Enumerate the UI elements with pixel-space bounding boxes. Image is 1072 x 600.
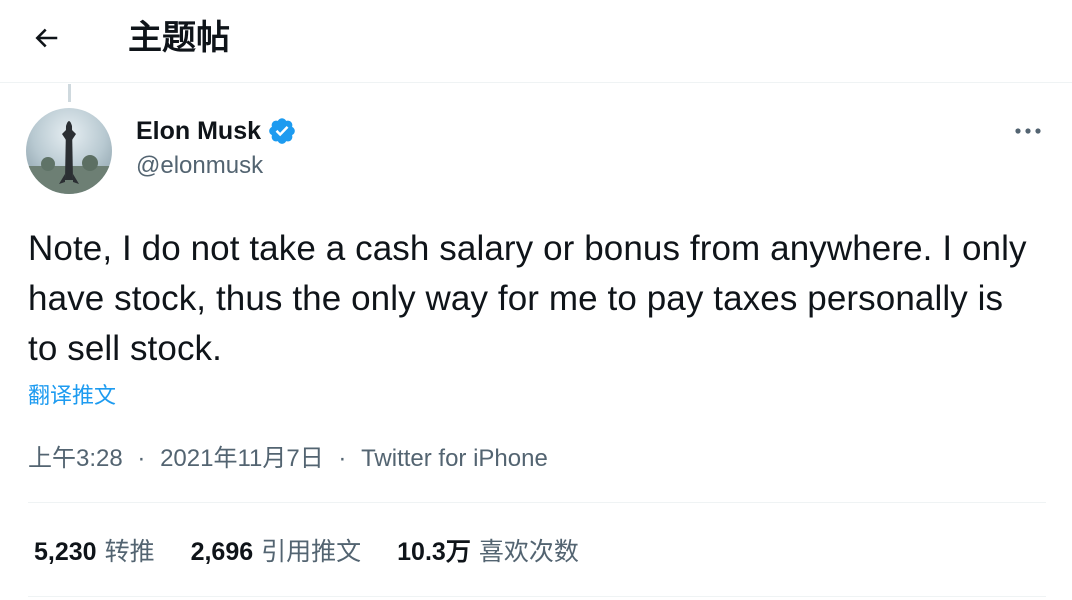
quotes-stat[interactable]: 2,696 引用推文 bbox=[191, 532, 362, 568]
translate-tweet-link[interactable]: 翻译推文 bbox=[28, 378, 116, 410]
tweet-text: Note, I do not take a cash salary or bon… bbox=[28, 229, 1027, 368]
tweet-date[interactable]: 2021年11月7日 bbox=[160, 445, 324, 472]
retweets-count: 5,230 bbox=[34, 538, 97, 566]
retweets-label: 转推 bbox=[104, 538, 155, 566]
meta-separator: · bbox=[338, 445, 347, 472]
tweet-source[interactable]: Twitter for iPhone bbox=[361, 445, 548, 472]
more-dots-icon bbox=[1013, 123, 1043, 141]
tweet-meta: 上午3:28 · 2021年11月7日 · Twitter for iPhone bbox=[28, 438, 548, 473]
quotes-label: 引用推文 bbox=[261, 538, 362, 566]
page-title: 主题帖 bbox=[128, 19, 230, 57]
back-button[interactable] bbox=[20, 14, 72, 66]
tweet-time[interactable]: 上午3:28 bbox=[28, 445, 123, 472]
tweet-stats: 5,230 转推 2,696 引用推文 10.3万 喜欢次数 bbox=[34, 530, 615, 570]
thread-connector-line bbox=[68, 84, 71, 102]
more-options-button[interactable] bbox=[1006, 112, 1050, 152]
author-name-row: Elon Musk bbox=[136, 114, 297, 148]
likes-label: 喜欢次数 bbox=[478, 538, 579, 566]
likes-count: 10.3万 bbox=[397, 538, 471, 566]
divider bbox=[28, 596, 1046, 597]
verified-badge-icon bbox=[267, 116, 297, 146]
likes-stat[interactable]: 10.3万 喜欢次数 bbox=[397, 532, 579, 568]
meta-separator: · bbox=[137, 445, 146, 472]
author-handle[interactable]: @elonmusk bbox=[136, 152, 263, 180]
divider bbox=[28, 502, 1046, 503]
page-header: 主题帖 bbox=[0, 0, 1072, 83]
quotes-count: 2,696 bbox=[190, 538, 254, 566]
arrow-left-icon bbox=[31, 23, 61, 58]
retweets-stat[interactable]: 5,230 转推 bbox=[34, 532, 155, 568]
tweet-thread-page: 主题帖 Elon Musk @elonmusk Note, I do not t… bbox=[0, 0, 1072, 600]
author-display-name[interactable]: Elon Musk bbox=[136, 117, 261, 146]
avatar[interactable] bbox=[26, 108, 112, 194]
